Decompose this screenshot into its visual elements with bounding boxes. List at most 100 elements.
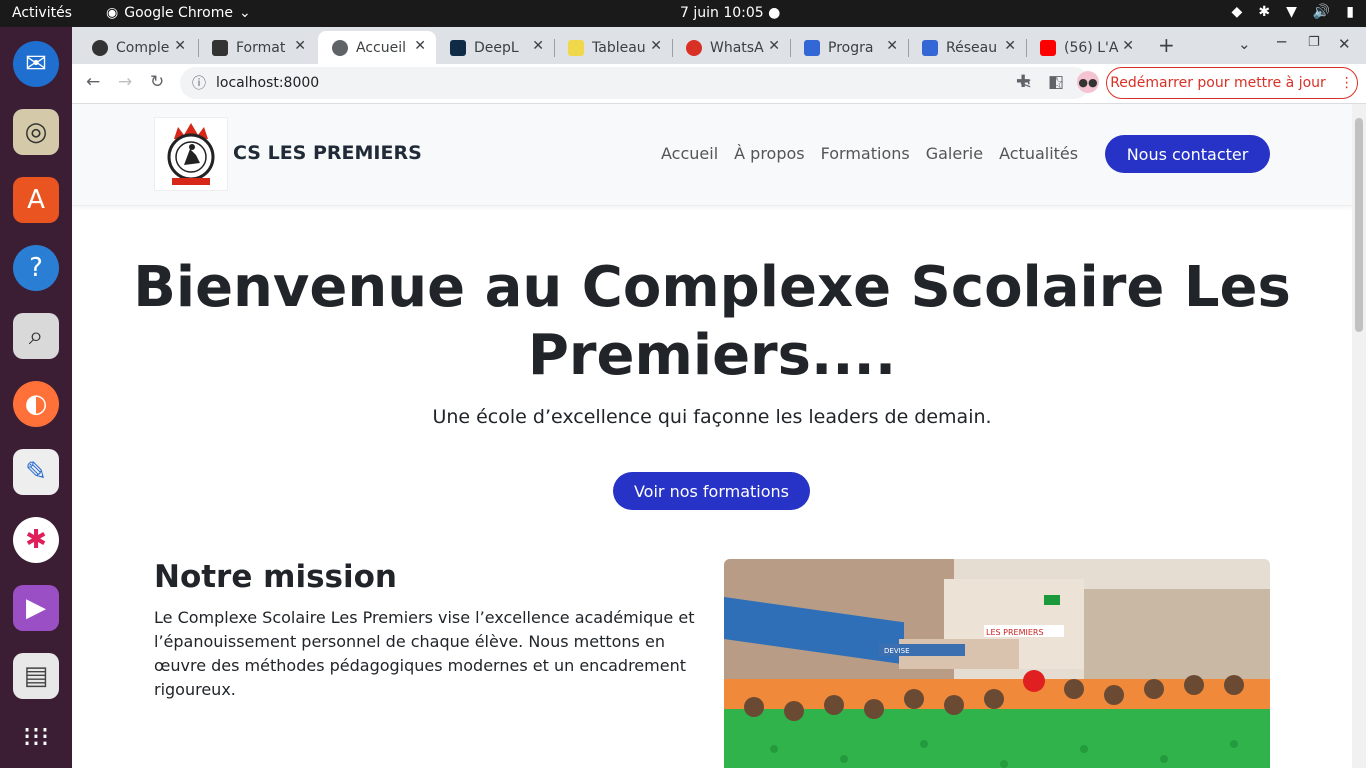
tab-title: Accueil xyxy=(356,39,406,56)
contact-button[interactable]: Nous contacter xyxy=(1105,135,1270,173)
tab-4[interactable]: DeepL ✕ xyxy=(436,31,554,64)
slack-icon[interactable]: ✱ xyxy=(13,517,59,563)
tab-5[interactable]: Tableau ✕ xyxy=(554,31,672,64)
site-navbar: CS LES PREMIERS Accueil À propos Formati… xyxy=(72,104,1352,206)
restart-update-button[interactable]: Redémarrer pour mettre à jour ⋮ xyxy=(1106,67,1358,99)
tab-6[interactable]: WhatsA ✕ xyxy=(672,31,790,64)
tab-favicon-icon xyxy=(922,39,938,56)
photo-banner: DEVISE xyxy=(884,647,910,655)
close-tab-icon[interactable]: ✕ xyxy=(768,38,780,54)
system-tray[interactable]: ◆ ✱ ▼ 🔊 ▮ xyxy=(1232,4,1354,20)
chrome-icon: ◉ xyxy=(106,5,119,21)
screenshot-icon[interactable]: ⌕ xyxy=(13,313,59,359)
info-icon[interactable]: ⓘ xyxy=(192,73,206,93)
url-text[interactable]: localhost:8000 xyxy=(216,75,319,91)
tab-favicon-icon xyxy=(686,39,702,56)
clock[interactable]: 7 juin 10:05 ● xyxy=(680,5,780,21)
tab-title: Comple xyxy=(116,39,170,56)
tab-title: Progra xyxy=(828,39,874,56)
reload-icon[interactable]: ↻ xyxy=(150,72,164,92)
browser-toolbar: ← → ↻ ⓘ localhost:8000 ⋖ ☆ ✚ ◧ ●● Redéma… xyxy=(72,64,1366,104)
video-player-icon[interactable]: ▶ xyxy=(13,585,59,631)
tab-favicon-icon xyxy=(92,39,108,56)
close-tab-icon[interactable]: ✕ xyxy=(1122,38,1134,54)
youtube-icon xyxy=(1040,39,1056,56)
close-tab-icon[interactable]: ✕ xyxy=(532,38,544,54)
update-label: Redémarrer pour mettre à jour xyxy=(1110,75,1326,91)
maximize-icon[interactable]: ❐ xyxy=(1308,35,1320,50)
slack-tray-icon[interactable]: ✱ xyxy=(1258,4,1270,20)
nav-link-a-propos[interactable]: À propos xyxy=(734,144,804,163)
firefox-icon[interactable]: ◐ xyxy=(13,381,59,427)
app-name: Google Chrome xyxy=(124,5,233,21)
tab-1[interactable]: Comple ✕ xyxy=(78,31,196,64)
scrollbar-thumb[interactable] xyxy=(1355,118,1363,332)
tab-search-icon[interactable]: ⌄ xyxy=(1238,35,1251,53)
nav-link-actualites[interactable]: Actualités xyxy=(999,144,1078,163)
nav-link-galerie[interactable]: Galerie xyxy=(926,144,983,163)
document-viewer-icon[interactable]: ▤ xyxy=(13,653,59,699)
mission-text: Le Complexe Scolaire Les Premiers vise l… xyxy=(154,608,695,699)
web-page: CS LES PREMIERS Accueil À propos Formati… xyxy=(72,104,1352,768)
tab-favicon-icon xyxy=(450,39,466,56)
tab-8[interactable]: Réseau ✕ xyxy=(908,31,1026,64)
battery-icon[interactable]: ▮ xyxy=(1346,4,1354,20)
tab-active[interactable]: Accueil ✕ xyxy=(318,31,436,64)
system-top-bar: Activités ◉ Google Chrome ⌄ 7 juin 10:05 ●… xyxy=(0,0,1366,27)
show-apps-icon[interactable]: ⁝⁝⁝ xyxy=(13,713,59,759)
tab-title: Tableau xyxy=(592,39,646,56)
back-icon[interactable]: ← xyxy=(86,72,100,92)
address-bar[interactable]: ⓘ localhost:8000 ⋖ ☆ xyxy=(180,67,1090,99)
extensions-icon[interactable]: ✚ xyxy=(1016,72,1030,92)
profile-avatar-icon[interactable]: ●● xyxy=(1077,71,1099,93)
tab-strip: Comple ✕ Format ✕ Accueil ✕ DeepL ✕ Tableau ✕… xyxy=(72,27,1366,64)
more-menu-icon: ⋮ xyxy=(1339,75,1354,91)
tab-9[interactable]: (56) L'A ✕ xyxy=(1026,31,1144,64)
chevron-down-icon: ⌄ xyxy=(238,5,251,21)
tab-title: WhatsA xyxy=(710,39,764,56)
help-icon[interactable]: ? xyxy=(13,245,59,291)
close-window-icon[interactable]: ✕ xyxy=(1338,35,1351,53)
tab-7[interactable]: Progra ✕ xyxy=(790,31,908,64)
nav-link-formations[interactable]: Formations xyxy=(821,144,910,163)
forward-icon[interactable]: → xyxy=(118,72,132,92)
volume-icon[interactable]: 🔊 xyxy=(1313,4,1330,20)
software-center-icon[interactable]: A xyxy=(13,177,59,223)
photo-sign: LES PREMIERS xyxy=(986,628,1044,637)
activities-button[interactable]: Activités xyxy=(12,5,72,21)
tab-favicon-icon xyxy=(212,39,228,56)
logo-emblem-icon xyxy=(167,123,215,185)
tab-title: Réseau xyxy=(946,39,998,56)
tab-title: Format xyxy=(236,39,286,56)
hero-title-line-1: Bienvenue au Complexe Scolaire Les xyxy=(133,255,1291,320)
brand-name[interactable]: CS LES PREMIERS xyxy=(233,142,422,164)
tab-title: (56) L'A xyxy=(1064,39,1119,56)
hero-subtitle: Une école d’excellence qui façonne les l… xyxy=(432,406,992,428)
text-editor-icon[interactable]: ✎ xyxy=(13,449,59,495)
minimize-icon[interactable]: ─ xyxy=(1277,33,1286,51)
thunderbird-icon[interactable]: ✉ xyxy=(13,41,59,87)
dock: ✉ ◎ A ? ⌕ ◐ ✎ ✱ ▶ ▤ ⁝⁝⁝ xyxy=(0,27,72,768)
network-icon[interactable]: ▼ xyxy=(1286,4,1297,20)
main-nav: Accueil À propos Formations Galerie Actu… xyxy=(661,144,1078,163)
close-tab-icon[interactable]: ✕ xyxy=(174,38,186,54)
view-formations-button[interactable]: Voir nos formations xyxy=(613,472,810,510)
nav-link-accueil[interactable]: Accueil xyxy=(661,144,718,163)
page-scrollbar[interactable] xyxy=(1352,104,1366,768)
side-panel-icon[interactable]: ◧ xyxy=(1048,72,1064,92)
globe-icon xyxy=(332,39,348,56)
app-menu[interactable]: ◉ Google Chrome ⌄ xyxy=(106,5,251,21)
school-logo[interactable] xyxy=(154,117,228,191)
new-tab-icon[interactable]: + xyxy=(1158,33,1175,57)
extension-tray-icon[interactable]: ◆ xyxy=(1232,4,1243,20)
close-tab-icon[interactable]: ✕ xyxy=(650,38,662,54)
clock-text: 7 juin 10:05 xyxy=(680,5,764,21)
rhythmbox-icon[interactable]: ◎ xyxy=(13,109,59,155)
group-photo-image: LES PREMIERS DEVISE xyxy=(724,559,1270,768)
close-tab-icon[interactable]: ✕ xyxy=(1004,38,1016,54)
hero-title-line-2: Premiers.... xyxy=(527,323,897,388)
tab-2[interactable]: Format ✕ xyxy=(198,31,316,64)
close-tab-icon[interactable]: ✕ xyxy=(294,38,306,54)
close-tab-icon[interactable]: ✕ xyxy=(414,38,426,54)
close-tab-icon[interactable]: ✕ xyxy=(886,38,898,54)
